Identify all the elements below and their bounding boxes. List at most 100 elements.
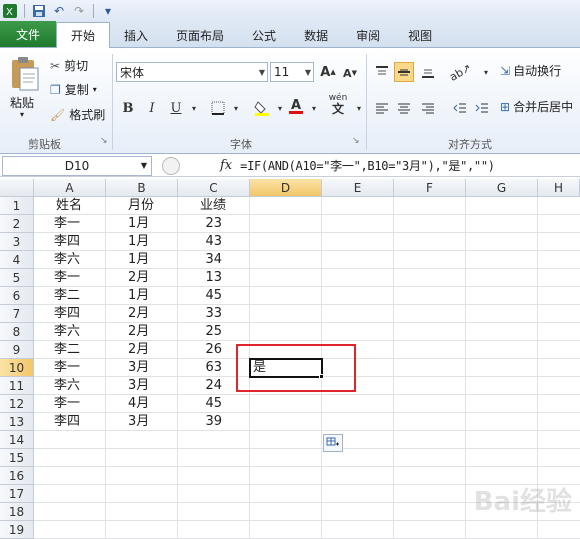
column-header-g[interactable]: G — [466, 179, 538, 197]
table-cell[interactable]: 33 — [178, 305, 250, 323]
column-header-a[interactable]: A — [34, 179, 106, 197]
copy-dropdown-icon[interactable]: ▾ — [93, 85, 97, 94]
table-cell[interactable]: 3月 — [106, 413, 178, 431]
row-header[interactable]: 16 — [0, 467, 34, 485]
name-box[interactable]: D10 ▼ — [2, 155, 152, 176]
table-header-cell[interactable]: 姓名 — [34, 197, 106, 215]
table-cell[interactable]: 45 — [178, 395, 250, 413]
table-cell[interactable]: 李六 — [34, 377, 106, 395]
row-header[interactable]: 12 — [0, 395, 34, 413]
redo-icon[interactable]: ↷ — [69, 2, 89, 20]
row-header[interactable]: 17 — [0, 485, 34, 503]
paste-icon[interactable] — [8, 56, 42, 92]
table-cell[interactable]: 李四 — [34, 305, 106, 323]
table-cell[interactable]: 43 — [178, 233, 250, 251]
column-header-f[interactable]: F — [394, 179, 466, 197]
select-all-corner[interactable] — [0, 179, 34, 197]
bold-button[interactable]: B — [118, 98, 138, 118]
row-header[interactable]: 18 — [0, 503, 34, 521]
save-icon[interactable] — [29, 2, 49, 20]
table-cell[interactable]: 李一 — [34, 395, 106, 413]
table-cell[interactable]: 李六 — [34, 251, 106, 269]
font-name-select[interactable]: 宋体 ▼ — [116, 62, 268, 82]
table-cell[interactable]: 李四 — [34, 233, 106, 251]
font-color-button[interactable]: A — [286, 96, 306, 116]
increase-indent-button[interactable] — [472, 98, 492, 118]
table-header-cell[interactable]: 月份 — [106, 197, 178, 215]
tab-review[interactable]: 审阅 — [342, 23, 394, 47]
fill-color-button[interactable] — [252, 98, 272, 118]
table-cell[interactable]: 2月 — [106, 323, 178, 341]
row-header[interactable]: 14 — [0, 431, 34, 449]
wrap-text-button[interactable]: ⇲ 自动换行 — [500, 62, 561, 79]
align-top-button[interactable] — [372, 62, 392, 82]
cut-button[interactable]: ✂ 剪切 — [50, 57, 88, 74]
table-header-cell[interactable]: 业绩 — [178, 197, 250, 215]
font-color-dropdown-icon[interactable]: ▾ — [304, 98, 324, 118]
table-cell[interactable]: 2月 — [106, 341, 178, 359]
table-cell[interactable]: 1月 — [106, 251, 178, 269]
align-right-button[interactable] — [418, 98, 438, 118]
table-cell[interactable]: 李四 — [34, 413, 106, 431]
row-header[interactable]: 15 — [0, 449, 34, 467]
table-cell[interactable]: 2月 — [106, 269, 178, 287]
row-header[interactable]: 2 — [0, 215, 34, 233]
align-middle-button[interactable] — [394, 62, 414, 82]
tab-formulas[interactable]: 公式 — [238, 23, 290, 47]
align-bottom-button[interactable] — [418, 62, 438, 82]
row-header[interactable]: 10 — [0, 359, 34, 377]
underline-dropdown-icon[interactable]: ▾ — [184, 98, 204, 118]
table-cell[interactable]: 4月 — [106, 395, 178, 413]
paste-button[interactable]: 粘贴 — [10, 94, 34, 111]
table-cell[interactable]: 1月 — [106, 233, 178, 251]
paste-dropdown-icon[interactable]: ▾ — [20, 110, 24, 119]
undo-icon[interactable]: ↶ — [49, 2, 69, 20]
tab-insert[interactable]: 插入 — [110, 23, 162, 47]
table-cell[interactable]: 13 — [178, 269, 250, 287]
tab-page-layout[interactable]: 页面布局 — [162, 23, 238, 47]
align-left-button[interactable] — [372, 98, 392, 118]
table-cell[interactable]: 1月 — [106, 287, 178, 305]
tab-data[interactable]: 数据 — [290, 23, 342, 47]
row-header[interactable]: 8 — [0, 323, 34, 341]
table-cell[interactable]: 23 — [178, 215, 250, 233]
border-button[interactable] — [208, 98, 228, 118]
column-header-d[interactable]: D — [250, 179, 322, 197]
font-size-select[interactable]: 11 ▼ — [270, 62, 314, 82]
decrease-indent-button[interactable] — [450, 98, 470, 118]
italic-button[interactable]: I — [142, 98, 162, 118]
table-cell[interactable]: 李二 — [34, 287, 106, 305]
tab-view[interactable]: 视图 — [394, 23, 446, 47]
row-header[interactable]: 3 — [0, 233, 34, 251]
column-header-c[interactable]: C — [178, 179, 250, 197]
row-header[interactable]: 11 — [0, 377, 34, 395]
column-header-h[interactable]: H — [538, 179, 580, 197]
grow-font-button[interactable]: A ▲ — [318, 62, 338, 82]
row-header[interactable]: 1 — [0, 197, 34, 215]
format-painter-button[interactable]: 🖌 格式刷 — [50, 106, 105, 123]
table-cell[interactable]: 45 — [178, 287, 250, 305]
copy-button[interactable]: ❐ 复制 ▾ — [50, 81, 97, 98]
customize-qat-icon[interactable]: ▾ — [98, 2, 118, 20]
underline-button[interactable]: U — [166, 98, 186, 118]
table-cell[interactable]: 1月 — [106, 215, 178, 233]
row-header[interactable]: 6 — [0, 287, 34, 305]
orientation-dropdown-icon[interactable]: ▾ — [476, 62, 496, 82]
table-cell[interactable]: 3月 — [106, 377, 178, 395]
clipboard-launcher-icon[interactable]: ↘ — [100, 136, 108, 146]
row-header[interactable]: 9 — [0, 341, 34, 359]
table-cell[interactable]: 李二 — [34, 341, 106, 359]
table-cell[interactable]: 李六 — [34, 323, 106, 341]
chevron-down-icon[interactable]: ▼ — [141, 161, 147, 170]
column-header-b[interactable]: B — [106, 179, 178, 197]
table-cell[interactable]: 李一 — [34, 215, 106, 233]
row-header[interactable]: 19 — [0, 521, 34, 539]
border-dropdown-icon[interactable]: ▾ — [226, 98, 246, 118]
phonetic-button[interactable]: wén 文 — [326, 93, 350, 115]
table-cell[interactable]: 3月 — [106, 359, 178, 377]
row-header[interactable]: 13 — [0, 413, 34, 431]
column-header-e[interactable]: E — [322, 179, 394, 197]
formula-input[interactable]: =IF(AND(A10="李一",B10="3月"),"是","") — [240, 157, 495, 174]
orientation-button[interactable]: ab↗ — [447, 61, 473, 84]
table-cell[interactable]: 34 — [178, 251, 250, 269]
